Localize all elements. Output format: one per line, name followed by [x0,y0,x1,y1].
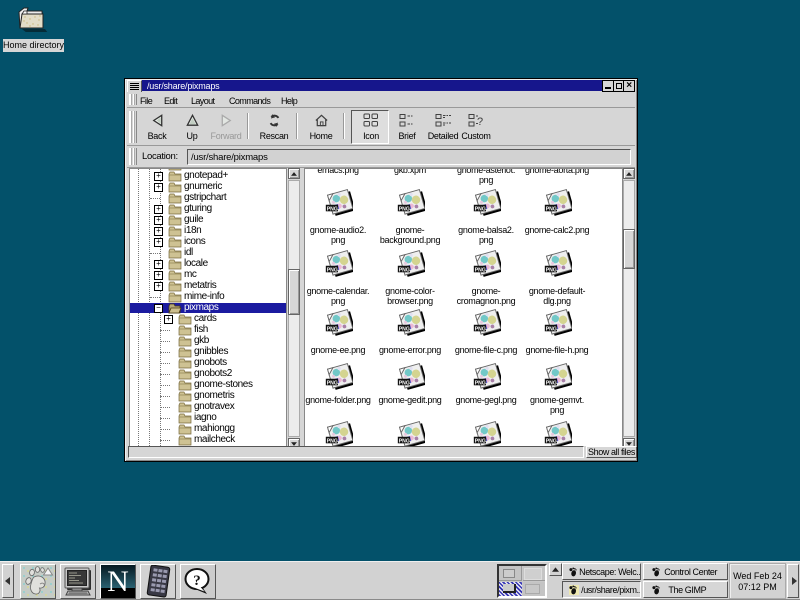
svg-text:N: N [107,565,129,598]
svg-text:?: ? [193,573,201,589]
svg-text:?: ? [477,116,483,128]
